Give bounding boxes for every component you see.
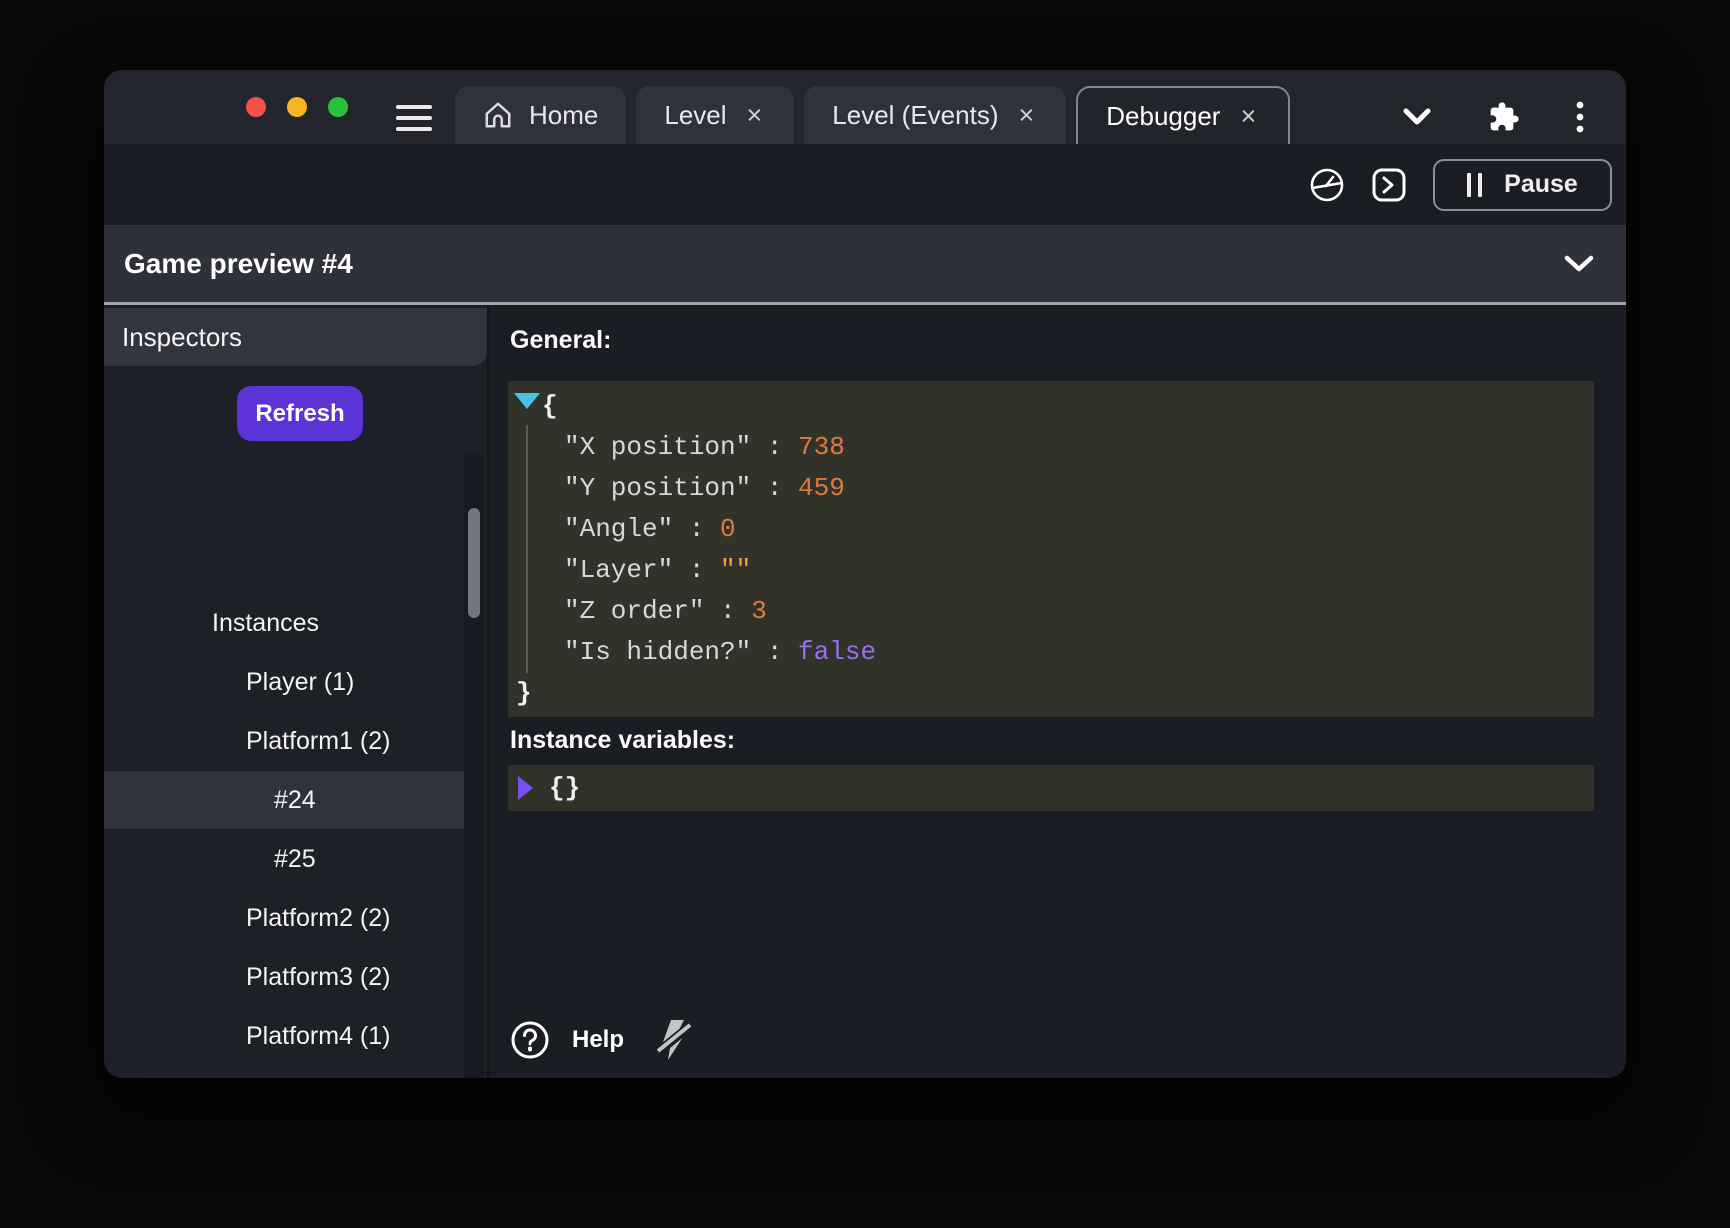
tab-home[interactable]: Home bbox=[455, 86, 626, 144]
traffic-light-zoom[interactable] bbox=[328, 97, 348, 117]
instances-tree: Instances Player (1) Platform1 (2) #24 #… bbox=[104, 453, 468, 1078]
tab-label: Level (Events) bbox=[832, 100, 998, 131]
chevron-down-icon[interactable] bbox=[1402, 107, 1432, 127]
home-icon bbox=[483, 100, 513, 130]
general-json-viewer: { "X position" : 738 "Y position" : 459 … bbox=[508, 381, 1594, 717]
extensions-puzzle-icon[interactable] bbox=[1488, 101, 1520, 133]
instance-variables-json-viewer: {} bbox=[508, 765, 1594, 811]
close-icon[interactable]: × bbox=[743, 100, 767, 131]
auto-refresh-off-icon[interactable] bbox=[654, 1018, 694, 1062]
inspectors-sidebar: Inspectors Refresh Instances Player (1) … bbox=[104, 308, 490, 1078]
sidebar-item-portal[interactable]: Portal (1) bbox=[104, 1066, 468, 1078]
close-icon[interactable]: × bbox=[1236, 101, 1260, 132]
sidebar-item-instances[interactable]: Instances bbox=[104, 594, 468, 652]
general-section-label: General: bbox=[510, 326, 611, 355]
refresh-button[interactable]: Refresh bbox=[237, 386, 363, 441]
json-row-x-position: "X position" : 738 bbox=[508, 426, 1594, 467]
sidebar-item-platform2[interactable]: Platform2 (2) bbox=[104, 889, 468, 947]
instance-variables-label: Instance variables: bbox=[510, 726, 735, 755]
sidebar-item-platform4[interactable]: Platform4 (1) bbox=[104, 1007, 468, 1065]
tab-label: Level bbox=[664, 100, 726, 131]
pause-icon bbox=[1467, 173, 1482, 197]
json-row-z-order: "Z order" : 3 bbox=[508, 590, 1594, 631]
kebab-menu-icon[interactable] bbox=[1576, 100, 1584, 134]
inspector-detail-panel: General: { "X position" : 738 "Y positio… bbox=[490, 308, 1626, 1078]
performance-gauge-icon[interactable] bbox=[1309, 167, 1345, 203]
game-preview-title: Game preview #4 bbox=[124, 248, 353, 280]
tab-level-events[interactable]: Level (Events) × bbox=[804, 86, 1066, 144]
sidebar-item-instance-24[interactable]: #24 bbox=[104, 771, 468, 829]
close-icon[interactable]: × bbox=[1014, 100, 1038, 131]
sidebar-item-platform1[interactable]: Platform1 (2) bbox=[104, 712, 468, 770]
json-value: "" bbox=[720, 555, 751, 585]
app-window: Home Level × Level (Events) × Debugger × bbox=[104, 70, 1626, 1078]
traffic-light-minimize[interactable] bbox=[287, 97, 307, 117]
game-preview-header[interactable]: Game preview #4 bbox=[104, 225, 1626, 305]
inspectors-header: Inspectors bbox=[104, 308, 487, 366]
variables-value: {} bbox=[549, 773, 580, 803]
collapse-triangle-icon[interactable] bbox=[514, 393, 540, 409]
sidebar-item-player[interactable]: Player (1) bbox=[104, 653, 468, 711]
json-value: 738 bbox=[798, 432, 845, 462]
tab-level[interactable]: Level × bbox=[636, 86, 794, 144]
tab-debugger[interactable]: Debugger × bbox=[1076, 86, 1290, 144]
sidebar-item-instance-25[interactable]: #25 bbox=[104, 830, 468, 888]
open-brace: { bbox=[542, 391, 558, 421]
close-brace: } bbox=[516, 678, 532, 708]
json-row-y-position: "Y position" : 459 bbox=[508, 467, 1594, 508]
hamburger-menu-icon[interactable] bbox=[396, 105, 432, 138]
chevron-down-icon[interactable] bbox=[1564, 255, 1594, 273]
tabs: Home Level × Level (Events) × Debugger × bbox=[455, 86, 1290, 144]
sidebar-item-platform3[interactable]: Platform3 (2) bbox=[104, 948, 468, 1006]
traffic-light-close[interactable] bbox=[246, 97, 266, 117]
help-button[interactable]: Help bbox=[510, 1020, 624, 1060]
expand-triangle-icon[interactable] bbox=[518, 776, 533, 800]
console-icon[interactable] bbox=[1371, 167, 1407, 203]
pause-button[interactable]: Pause bbox=[1433, 159, 1612, 211]
json-value: 3 bbox=[751, 596, 767, 626]
pause-label: Pause bbox=[1504, 170, 1578, 199]
sidebar-scrollbar-thumb[interactable] bbox=[468, 508, 480, 618]
json-row-angle: "Angle" : 0 bbox=[508, 508, 1594, 549]
json-row-layer: "Layer" : "" bbox=[508, 549, 1594, 590]
json-value: false bbox=[798, 637, 876, 667]
json-value: 0 bbox=[720, 514, 736, 544]
json-row-is-hidden: "Is hidden?" : false bbox=[508, 631, 1594, 672]
tab-bar: Home Level × Level (Events) × Debugger × bbox=[104, 70, 1626, 144]
debugger-toolbar: Pause bbox=[104, 144, 1626, 225]
tree-guide-line bbox=[526, 425, 528, 673]
window-controls bbox=[246, 97, 348, 117]
help-icon bbox=[510, 1020, 550, 1060]
tab-label: Home bbox=[529, 100, 598, 131]
tab-label: Debugger bbox=[1106, 101, 1220, 132]
json-value: 459 bbox=[798, 473, 845, 503]
